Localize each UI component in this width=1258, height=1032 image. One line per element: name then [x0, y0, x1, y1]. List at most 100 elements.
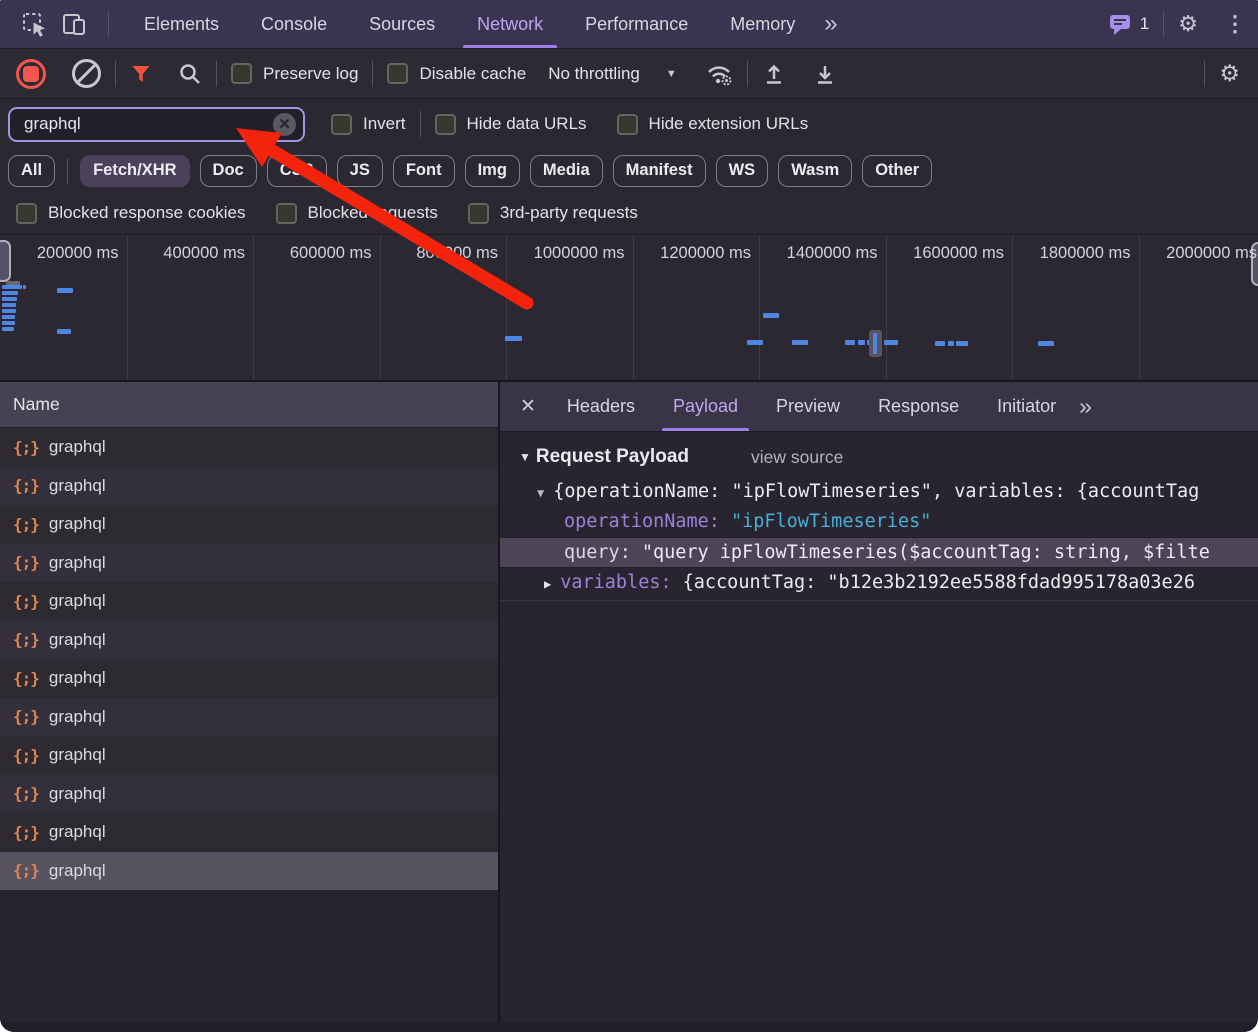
inspect-element-icon[interactable] — [14, 0, 54, 48]
more-details-tabs-icon[interactable]: » — [1079, 393, 1092, 420]
export-har-icon[interactable] — [813, 62, 837, 86]
throttling-select[interactable]: No throttling ▼ — [548, 64, 677, 84]
devtools-window: ElementsConsoleSourcesNetworkPerformance… — [0, 0, 1258, 1032]
timeline-gridline — [759, 235, 760, 380]
query-key: query: — [564, 542, 631, 563]
more-tabs-icon[interactable]: » — [824, 12, 837, 36]
request-payload-section[interactable]: ▼ Request Payload view source — [519, 446, 1258, 468]
checkbox-icon[interactable] — [468, 203, 489, 224]
view-source-link[interactable]: view source — [751, 447, 843, 468]
details-tab-headers[interactable]: Headers — [548, 382, 654, 431]
tab-network[interactable]: Network — [456, 0, 564, 48]
network-request-row[interactable]: {;}graphql — [0, 544, 498, 583]
payload-operation-row[interactable]: operationName:"ipFlowTimeseries" — [500, 507, 1258, 537]
tree-collapsed-icon[interactable]: ▶ — [544, 569, 551, 599]
network-request-row[interactable]: {;}graphql — [0, 736, 498, 775]
preserve-log-label: Preserve log — [263, 64, 358, 84]
filter-input[interactable] — [22, 113, 273, 135]
disable-cache-checkbox[interactable]: Disable cache — [387, 63, 526, 84]
filter-funnel-icon[interactable] — [130, 63, 152, 85]
issues-message-icon[interactable] — [1109, 13, 1133, 36]
preserve-log-checkbox[interactable]: Preserve log — [231, 63, 358, 84]
request-name: graphql — [49, 630, 106, 650]
checkbox-icon[interactable] — [387, 63, 408, 84]
invert-checkbox[interactable]: Invert — [331, 114, 406, 135]
filter-chip-css[interactable]: CSS — [267, 155, 327, 187]
details-tab-preview[interactable]: Preview — [757, 382, 859, 431]
settings-gear-icon[interactable]: ⚙ — [1178, 13, 1198, 35]
filter-chip-doc[interactable]: Doc — [200, 155, 257, 187]
network-request-row[interactable]: {;}graphql — [0, 775, 498, 814]
tab-sources[interactable]: Sources — [348, 0, 456, 48]
timeline-tick: 1800000 ms — [1040, 244, 1131, 263]
tab-memory[interactable]: Memory — [709, 0, 816, 48]
hide-extension-urls-checkbox[interactable]: Hide extension URLs — [617, 114, 809, 135]
details-tab-bar: ✕ HeadersPayloadPreviewResponseInitiator… — [500, 382, 1258, 432]
checkbox-icon[interactable] — [276, 203, 297, 224]
timeline-tick: 600000 ms — [290, 244, 372, 263]
close-details-icon[interactable]: ✕ — [520, 395, 536, 418]
clear-network-log-button[interactable] — [72, 59, 101, 88]
overview-left-resize-handle[interactable] — [0, 240, 11, 282]
checkbox-icon[interactable] — [16, 203, 37, 224]
hide-data-urls-checkbox[interactable]: Hide data URLs — [435, 114, 587, 135]
request-type-chips: All Fetch/XHR Doc CSS JS Font Img Media Manifest… — [0, 149, 1258, 192]
device-toolbar-icon[interactable] — [54, 0, 94, 48]
network-request-row[interactable]: {;}graphql — [0, 428, 498, 467]
filter-chip-ws[interactable]: WS — [716, 155, 769, 187]
timeline-tick: 1400000 ms — [787, 244, 878, 263]
checkbox-icon[interactable] — [331, 114, 352, 135]
clear-filter-icon[interactable]: ✕ — [273, 113, 296, 136]
network-request-row[interactable]: {;}graphql — [0, 698, 498, 737]
timeline-request-bar — [747, 340, 763, 345]
fetch-xhr-icon: {;} — [13, 515, 39, 534]
disable-cache-label: Disable cache — [419, 64, 526, 84]
issues-count[interactable]: 1 — [1140, 14, 1149, 34]
third-party-requests-checkbox[interactable]: 3rd-party requests — [468, 203, 638, 224]
filter-chip-other[interactable]: Other — [862, 155, 932, 187]
timeline-tick: 200000 ms — [37, 244, 119, 263]
topbar-right-controls: 1 ⚙ ⋮ — [1109, 11, 1258, 37]
network-request-row[interactable]: {;}graphql — [0, 659, 498, 698]
network-request-row[interactable]: {;}graphql — [0, 813, 498, 852]
network-request-row[interactable]: {;}graphql — [0, 852, 498, 891]
blocked-response-cookies-checkbox[interactable]: Blocked response cookies — [16, 203, 246, 224]
payload-variables-row[interactable]: ▶variables:{accountTag: "b12e3b2192ee558… — [500, 568, 1258, 598]
record-network-log-button[interactable] — [16, 59, 46, 89]
name-column-header[interactable]: Name — [0, 382, 498, 428]
details-tab-initiator[interactable]: Initiator — [978, 382, 1075, 431]
network-request-row[interactable]: {;}graphql — [0, 582, 498, 621]
filter-chip-js[interactable]: JS — [337, 155, 383, 187]
checkbox-icon[interactable] — [435, 114, 456, 135]
network-request-row[interactable]: {;}graphql — [0, 467, 498, 506]
filter-chip-fetch-xhr[interactable]: Fetch/XHR — [80, 155, 189, 187]
network-request-row[interactable]: {;}graphql — [0, 505, 498, 544]
tab-console[interactable]: Console — [240, 0, 348, 48]
network-settings-gear-icon[interactable]: ⚙ — [1219, 62, 1240, 85]
filter-chip-media[interactable]: Media — [530, 155, 603, 187]
filter-chip-manifest[interactable]: Manifest — [613, 155, 706, 187]
divider — [500, 600, 1258, 601]
payload-query-row-selected[interactable]: query:"query ipFlowTimeseries($accountTa… — [500, 537, 1258, 568]
blocked-requests-checkbox[interactable]: Blocked requests — [276, 203, 438, 224]
import-har-icon[interactable] — [762, 62, 786, 86]
filter-chip-font[interactable]: Font — [393, 155, 455, 187]
network-conditions-icon[interactable] — [705, 61, 733, 87]
network-request-row[interactable]: {;}graphql — [0, 621, 498, 660]
request-details-panel: ✕ HeadersPayloadPreviewResponseInitiator… — [500, 382, 1258, 1022]
tab-elements[interactable]: Elements — [123, 0, 240, 48]
blocked-requests-label: Blocked requests — [308, 203, 438, 223]
filter-chip-img[interactable]: Img — [465, 155, 520, 187]
tab-performance[interactable]: Performance — [564, 0, 709, 48]
filter-chip-all[interactable]: All — [8, 155, 55, 187]
kebab-menu-icon[interactable]: ⋮ — [1224, 13, 1246, 35]
divider — [67, 158, 68, 184]
checkbox-icon[interactable] — [617, 114, 638, 135]
details-tab-response[interactable]: Response — [859, 382, 978, 431]
details-tab-payload[interactable]: Payload — [654, 382, 757, 431]
filter-chip-wasm[interactable]: Wasm — [778, 155, 852, 187]
checkbox-icon[interactable] — [231, 63, 252, 84]
payload-root-row[interactable]: ▼{operationName: "ipFlowTimeseries", var… — [500, 477, 1258, 507]
search-icon[interactable] — [178, 62, 202, 86]
tree-expanded-icon[interactable]: ▼ — [537, 478, 544, 508]
